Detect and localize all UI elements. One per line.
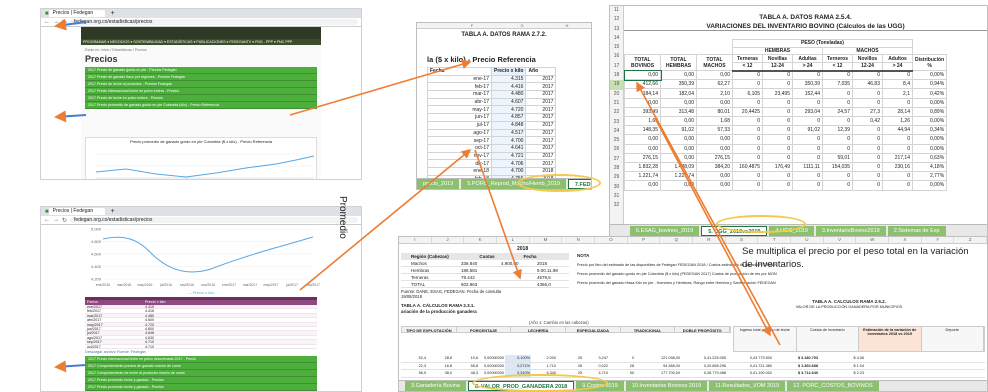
arrow-browser-left (54, 18, 87, 31)
arrow-calc-to-inventory (636, 81, 781, 346)
arrow-price-to-calc (474, 149, 522, 280)
arrow-browser-left-2 (54, 110, 87, 123)
arrow-browser-left-3 (54, 360, 87, 373)
arrow-site-to-excel (289, 59, 472, 116)
annotation-arrows (54, 18, 781, 373)
arrow-note-to-result (654, 117, 771, 337)
arrow-table-to-excel (299, 148, 472, 291)
